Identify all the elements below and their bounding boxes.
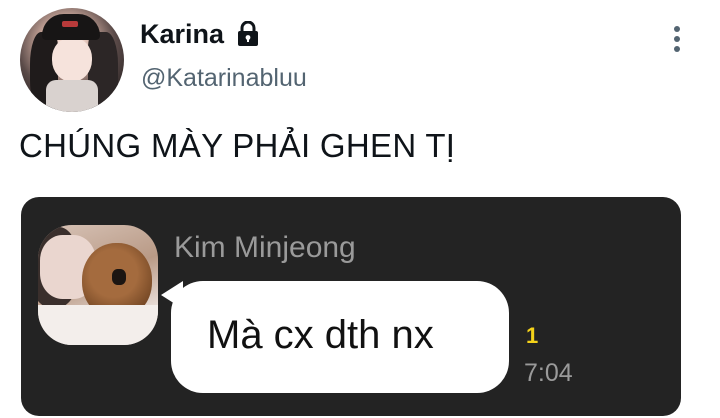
chat-message-bubble: Mà cx dth nx [171, 281, 509, 393]
avatar-face [52, 38, 92, 82]
tweet-card: Karina @Katarinabluu CHÚNG MÀY PHẢI GHEN… [0, 0, 720, 418]
more-dot [674, 46, 680, 52]
chat-message-text: Mà cx dth nx [207, 313, 434, 357]
more-dot [674, 26, 680, 32]
more-dot [674, 36, 680, 42]
lock-icon [236, 20, 260, 47]
user-handle[interactable]: @Katarinabluu [141, 64, 307, 93]
profile-avatar[interactable] [20, 8, 124, 112]
tweet-media-image[interactable]: Kim Minjeong Mà cx dth nx 1 7:04 [21, 197, 681, 416]
name-row: Karina [140, 14, 260, 54]
tweet-text: CHÚNG MÀY PHẢI GHEN TỊ [19, 127, 456, 164]
chat-sender-name: Kim Minjeong [174, 231, 356, 264]
chat-avatar-pillow [38, 305, 158, 345]
chat-message-time: 7:04 [524, 359, 573, 387]
avatar-cap [42, 14, 100, 40]
more-vertical-icon[interactable] [672, 26, 682, 56]
chat-unread-count: 1 [526, 323, 539, 348]
display-name[interactable]: Karina [140, 19, 224, 50]
avatar-top [46, 80, 98, 112]
chat-avatar [38, 225, 158, 345]
